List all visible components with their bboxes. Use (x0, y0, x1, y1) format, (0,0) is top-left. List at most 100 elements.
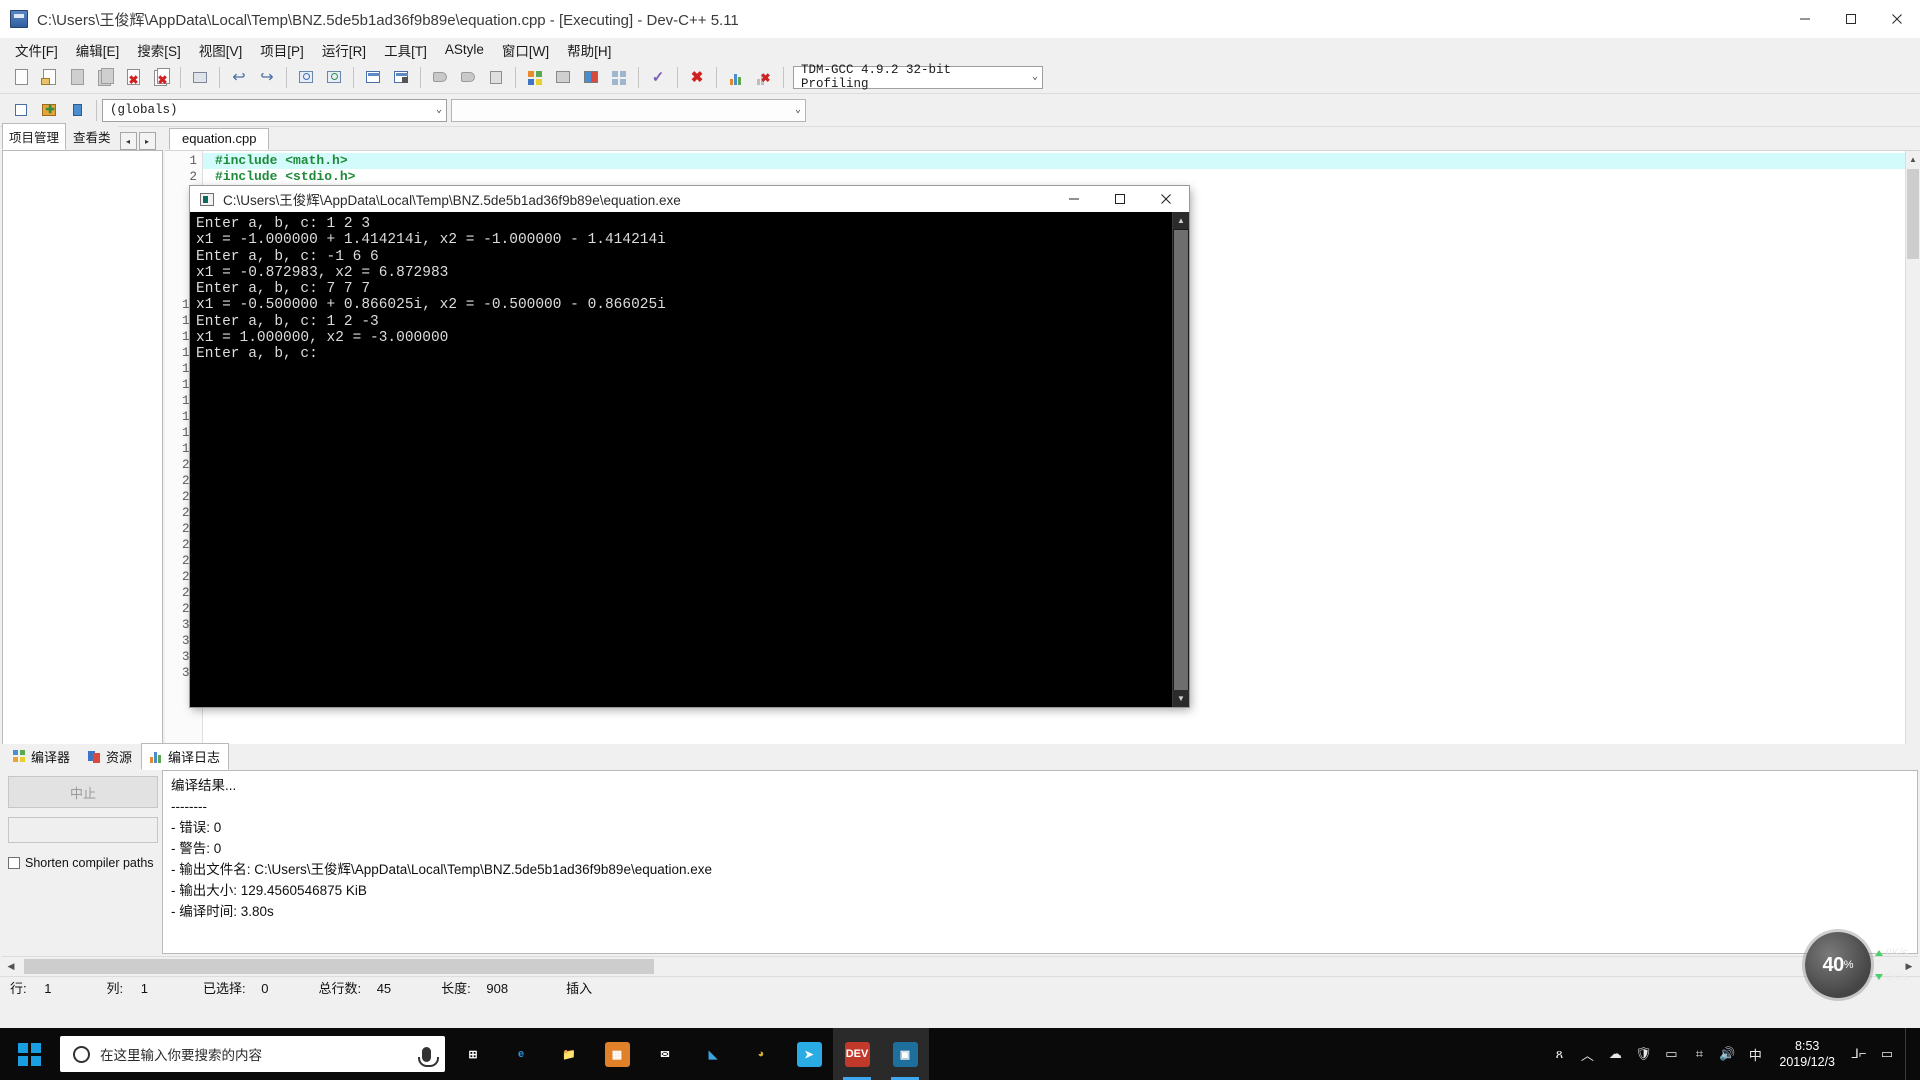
console-body[interactable]: Enter a, b, c: 1 2 3 x1 = -1.000000 + 1.4… (190, 212, 1189, 707)
console-scrollbar[interactable]: ▲ ▼ (1172, 212, 1189, 707)
menu-tools[interactable]: 工具[T] (375, 38, 436, 62)
code-line[interactable]: #include <math.h> (203, 153, 1905, 169)
show-hidden-icons-icon[interactable]: ︿ (1573, 1028, 1601, 1080)
microphone-icon[interactable] (418, 1046, 439, 1067)
open-file-icon[interactable] (36, 65, 62, 90)
taskbar-app-devcpp[interactable]: DEV (833, 1028, 881, 1080)
taskbar-app-file-explorer[interactable]: 📁 (545, 1028, 593, 1080)
volume-icon[interactable]: 🔊 (1713, 1028, 1741, 1080)
scope-select[interactable]: (globals) ⌄ (102, 98, 447, 122)
console-scroll-thumb[interactable] (1174, 230, 1188, 690)
cpu-usage-ball[interactable]: 40% (1804, 932, 1871, 998)
taskbar-app-mail[interactable]: ✉ (641, 1028, 689, 1080)
close-button[interactable] (1874, 0, 1920, 38)
print-icon[interactable] (187, 65, 213, 90)
menu-help[interactable]: 帮助[H] (558, 38, 620, 62)
run-icon[interactable] (550, 65, 576, 90)
show-desktop-button[interactable] (1905, 1028, 1914, 1080)
undo-icon[interactable]: ↩ (226, 65, 252, 90)
log-scroll-thumb[interactable] (24, 959, 654, 974)
console-maximize-button[interactable] (1097, 186, 1143, 212)
menu-file[interactable]: 文件[F] (6, 38, 67, 62)
replace-icon[interactable] (360, 65, 386, 90)
people-icon[interactable]: ጸ (1545, 1028, 1573, 1080)
tab-compiler[interactable]: 编译器 (4, 743, 79, 770)
taskbar-app-telegram[interactable]: ➤ (785, 1028, 833, 1080)
tab-resources[interactable]: 资源 (79, 743, 141, 770)
delete-profile-icon[interactable]: ✖ (751, 65, 777, 90)
minimize-button[interactable] (1782, 0, 1828, 38)
abort-button[interactable]: 中止 (8, 776, 158, 808)
network-speed-widget[interactable]: 40% 0K/s 0K/s (1804, 932, 1908, 998)
syntax-check-icon[interactable]: ✓ (645, 65, 671, 90)
scroll-up-icon[interactable]: ▲ (1906, 151, 1920, 167)
onedrive-icon[interactable]: ☁ (1601, 1028, 1629, 1080)
compile-log-text[interactable]: 编译结果... -------- - 错误: 0 - 警告: 0 - 输出文件名: C:… (162, 770, 1918, 954)
menu-astyle[interactable]: AStyle (436, 40, 493, 59)
menu-view[interactable]: 视图[V] (190, 38, 252, 62)
shorten-paths-checkbox[interactable] (8, 857, 20, 869)
console-window[interactable]: C:\Users\王俊辉\AppData\Local\Temp\BNZ.5de5… (190, 186, 1189, 707)
project-options-icon[interactable] (483, 65, 509, 90)
battery-icon[interactable]: ▭ (1657, 1028, 1685, 1080)
console-scroll-up-icon[interactable]: ▲ (1173, 212, 1189, 229)
taskbar-app-console-window[interactable]: ▣ (881, 1028, 929, 1080)
editor-vertical-scrollbar[interactable]: ▲ ▼ (1905, 151, 1920, 781)
save-all-icon[interactable] (92, 65, 118, 90)
tab-class-browser[interactable]: 查看类 (66, 123, 118, 150)
console-minimize-button[interactable] (1051, 186, 1097, 212)
member-select[interactable]: ⌄ (451, 98, 806, 122)
action-center-icon[interactable]: ▭ (1873, 1028, 1901, 1080)
code-line[interactable]: #include <stdio.h> (203, 169, 1905, 185)
project-tree[interactable] (2, 150, 163, 794)
taskbar-search[interactable]: 在这里输入你要搜索的内容 (60, 1036, 445, 1072)
output-horizontal-scrollbar[interactable]: ◀ ▶ (2, 956, 1918, 976)
stocks-icon[interactable]: ⅃⌐ (1845, 1028, 1873, 1080)
toggle-panel-icon[interactable] (64, 98, 90, 123)
log-scroll-left-icon[interactable]: ◀ (2, 957, 20, 976)
add-to-project-icon[interactable]: ✚ (36, 98, 62, 123)
taskbar-app-edge[interactable]: e (497, 1028, 545, 1080)
taskbar-app-task-view[interactable]: ⊞ (449, 1028, 497, 1080)
close-all-icon[interactable]: ✖ (148, 65, 174, 90)
save-file-icon[interactable] (64, 65, 90, 90)
menu-search[interactable]: 搜索[S] (128, 38, 190, 62)
ime-language-icon[interactable]: 中 (1741, 1028, 1769, 1080)
new-project-icon[interactable] (427, 65, 453, 90)
taskbar-app-microsoft-store[interactable]: ▦ (593, 1028, 641, 1080)
tab-scroll-left-icon[interactable]: ◂ (119, 132, 137, 150)
shorten-paths-row[interactable]: Shorten compiler paths (8, 856, 158, 870)
compile-icon[interactable] (522, 65, 548, 90)
find-next-icon[interactable] (321, 65, 347, 90)
stop-execution-icon[interactable]: ✖ (684, 65, 710, 90)
security-shield-icon[interactable]: 🛡 (1629, 1028, 1657, 1080)
taskbar-app-python[interactable]: ◕ (737, 1028, 785, 1080)
console-close-button[interactable] (1143, 186, 1189, 212)
menu-run[interactable]: 运行[R] (313, 38, 375, 62)
compile-and-run-icon[interactable] (578, 65, 604, 90)
rebuild-all-icon[interactable] (606, 65, 632, 90)
compiler-select[interactable]: TDM-GCC 4.9.2 32-bit Profiling ⌄ (793, 63, 1043, 91)
maximize-button[interactable] (1828, 0, 1874, 38)
redo-icon[interactable]: ↪ (254, 65, 280, 90)
new-file-icon[interactable] (8, 65, 34, 90)
goto-line-icon[interactable] (388, 65, 414, 90)
close-file-icon[interactable]: ✖ (120, 65, 146, 90)
taskbar-clock[interactable]: 8:53 2019/12/3 (1769, 1038, 1845, 1070)
vertical-scroll-thumb[interactable] (1907, 169, 1919, 259)
tab-scroll-right-icon[interactable]: ▸ (138, 132, 156, 150)
insert-snippet-icon[interactable] (8, 98, 34, 123)
menu-edit[interactable]: 编辑[E] (67, 38, 129, 62)
console-scroll-down-icon[interactable]: ▼ (1173, 690, 1189, 707)
editor-tab-equation-cpp[interactable]: equation.cpp (169, 128, 270, 150)
network-icon[interactable]: ⌗ (1685, 1028, 1713, 1080)
menu-window[interactable]: 窗口[W] (493, 38, 558, 62)
tab-compile-log[interactable]: 编译日志 (141, 743, 230, 770)
start-button[interactable] (0, 1028, 58, 1080)
tab-project-manager[interactable]: 项目管理 (2, 123, 67, 150)
taskbar-app-vscode[interactable]: ◣ (689, 1028, 737, 1080)
profile-icon[interactable] (723, 65, 749, 90)
find-icon[interactable] (293, 65, 319, 90)
open-project-icon[interactable] (455, 65, 481, 90)
menu-project[interactable]: 项目[P] (251, 38, 313, 62)
